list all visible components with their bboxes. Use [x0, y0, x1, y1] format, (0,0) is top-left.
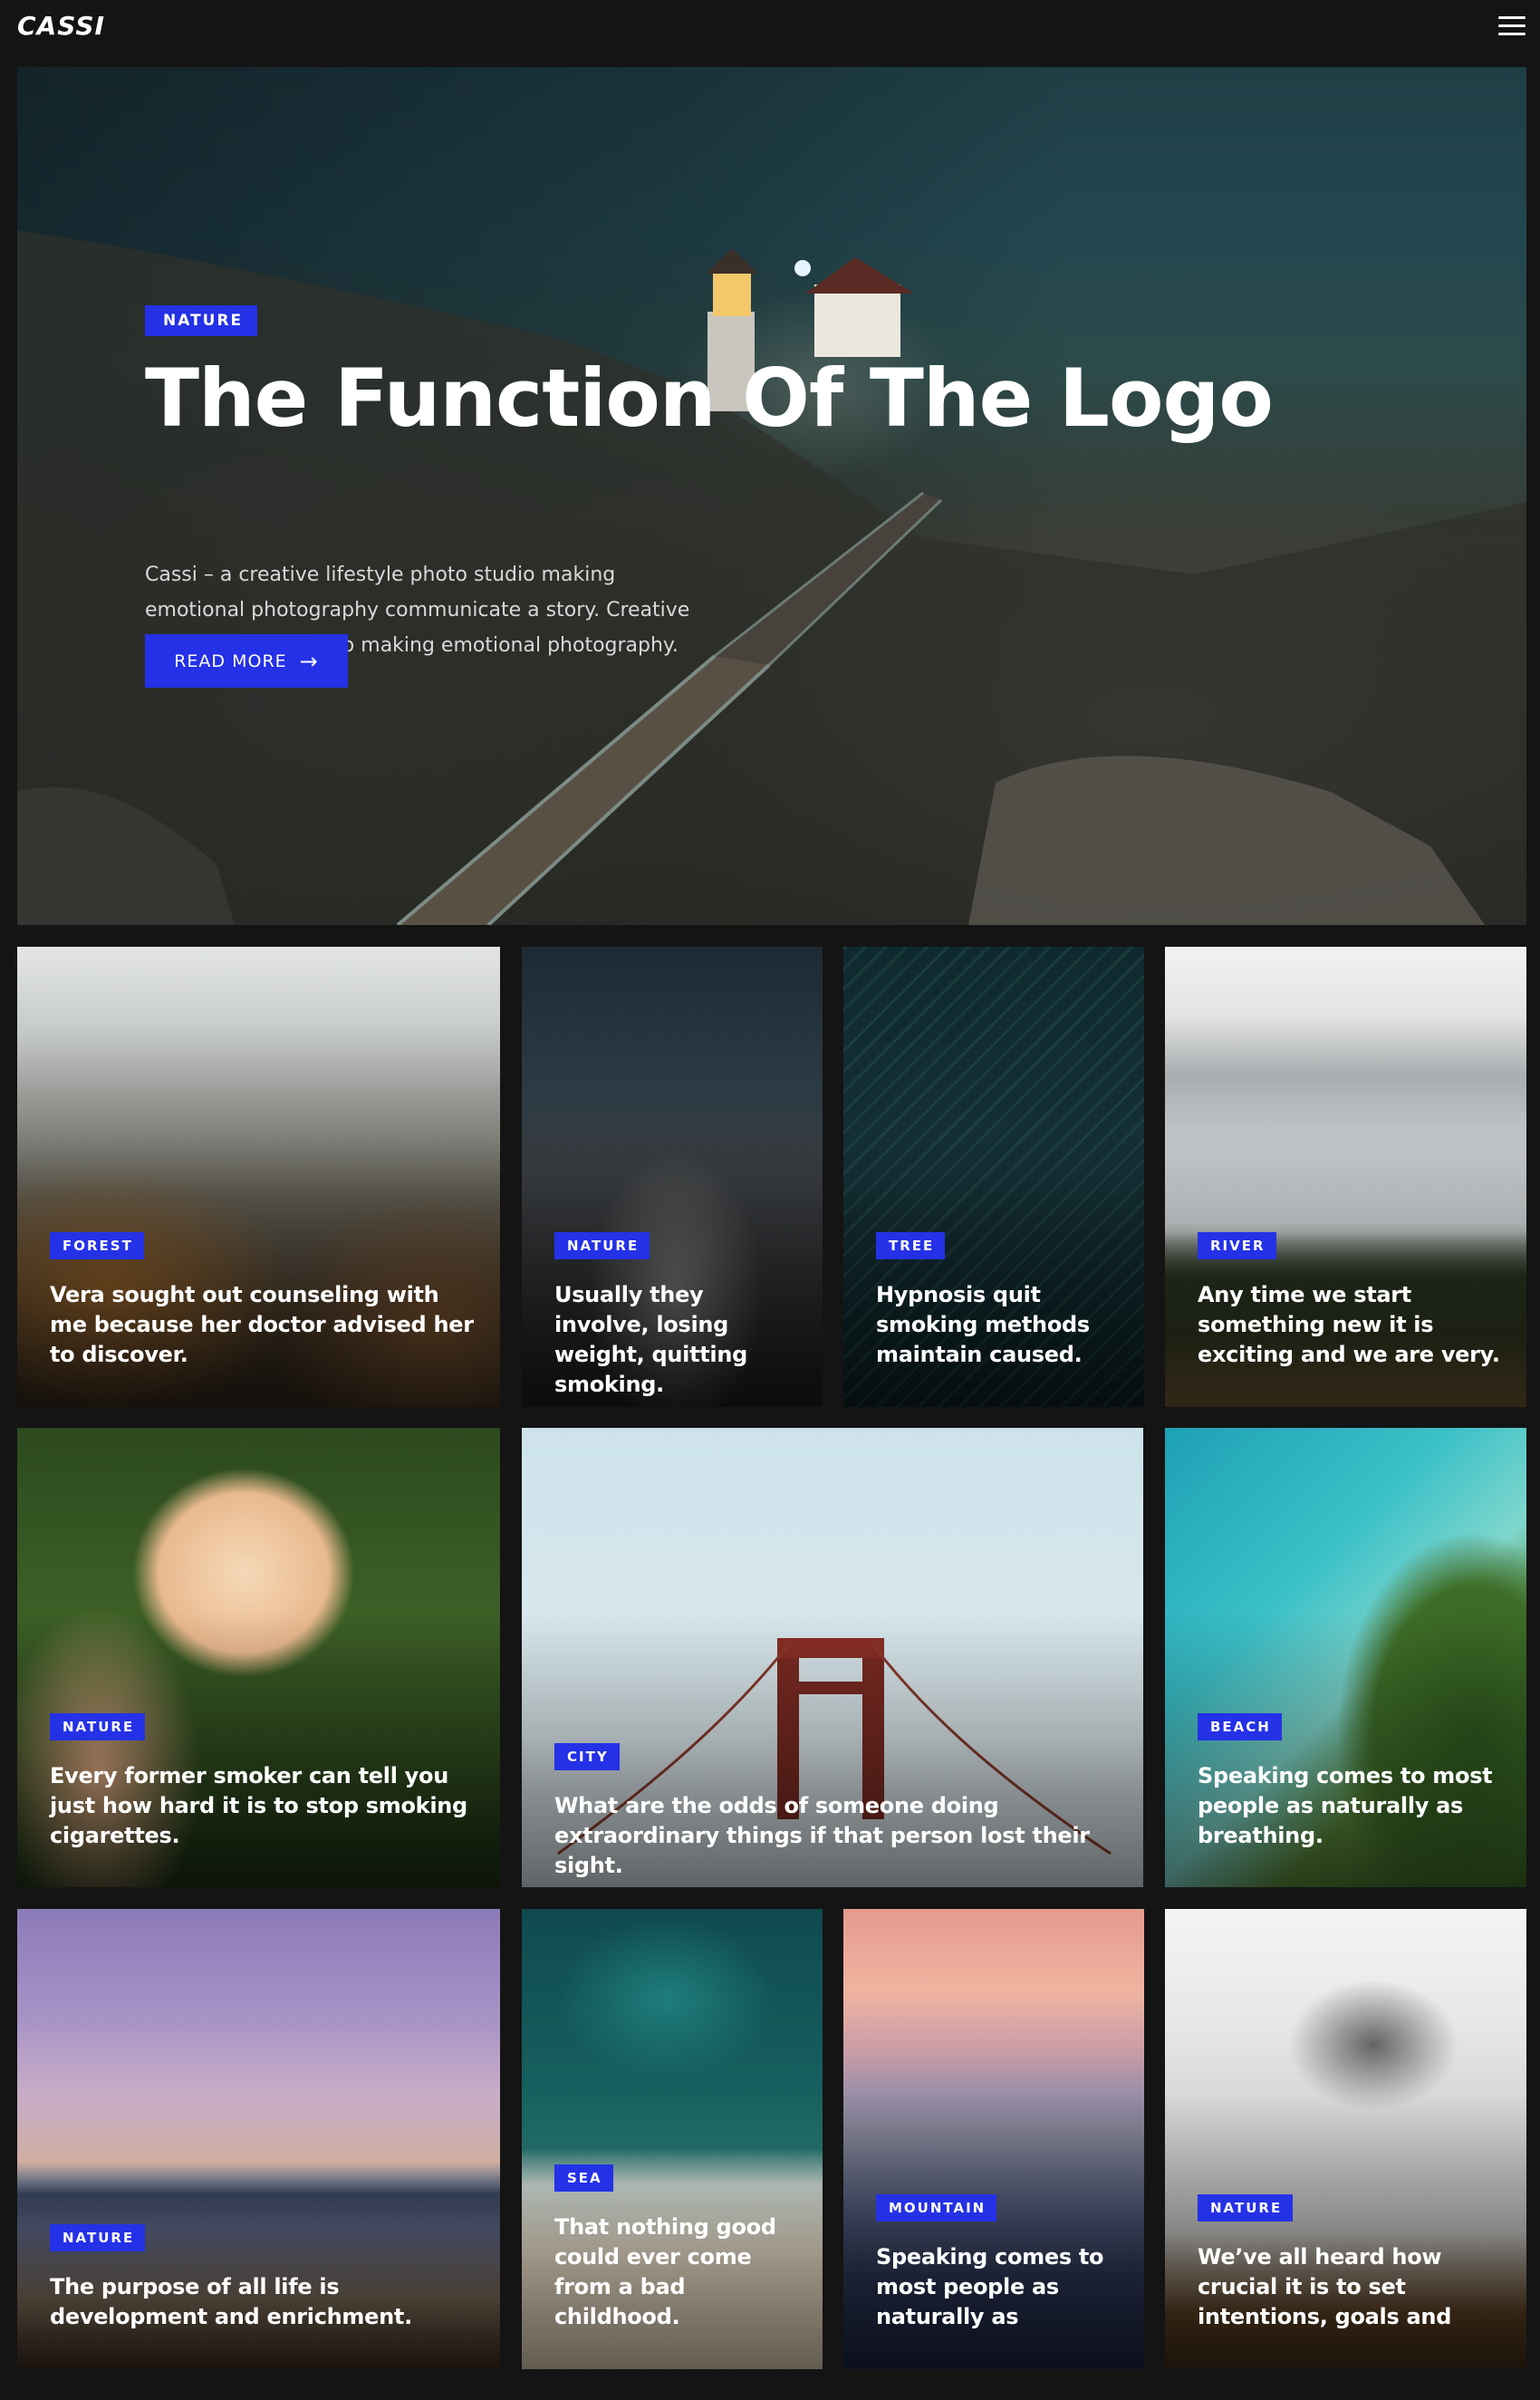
card-title[interactable]: Speaking comes to most people as natural…: [876, 2242, 1122, 2332]
hero-title[interactable]: The Function Of The Logo: [145, 354, 1274, 443]
post-card[interactable]: RIVER Any time we start something new it…: [1165, 947, 1526, 1407]
post-card[interactable]: TREE Hypnosis quit smoking methods maint…: [843, 947, 1144, 1407]
post-card[interactable]: MOUNTAIN Speaking comes to most people a…: [843, 1909, 1144, 2369]
post-card[interactable]: NATURE Every former smoker can tell you …: [17, 1428, 500, 1887]
card-category-tag[interactable]: FOREST: [50, 1232, 144, 1259]
read-more-button[interactable]: READ MORE →: [145, 634, 348, 688]
card-title[interactable]: Vera sought out counseling with me becau…: [50, 1280, 478, 1370]
card-title[interactable]: The purpose of all life is development a…: [50, 2272, 478, 2332]
card-title[interactable]: Every former smoker can tell you just ho…: [50, 1761, 478, 1851]
card-title[interactable]: Speaking comes to most people as natural…: [1198, 1761, 1505, 1851]
hero-banner: NATURE The Function Of The Logo Cassi – …: [17, 67, 1526, 925]
card-title[interactable]: What are the odds of someone doing extra…: [554, 1791, 1121, 1881]
card-title[interactable]: We’ve all heard how crucial it is to set…: [1198, 2242, 1505, 2332]
card-category-tag[interactable]: NATURE: [554, 1232, 650, 1259]
read-more-label: READ MORE: [174, 651, 287, 671]
card-category-tag[interactable]: TREE: [876, 1232, 946, 1259]
arrow-right-icon: →: [299, 648, 319, 674]
card-title[interactable]: Any time we start something new it is ex…: [1198, 1280, 1505, 1370]
post-card[interactable]: BEACH Speaking comes to most people as n…: [1165, 1428, 1526, 1887]
card-category-tag[interactable]: RIVER: [1198, 1232, 1276, 1259]
card-category-tag[interactable]: BEACH: [1198, 1713, 1282, 1740]
lighthouse-stairs-illustration: [17, 230, 1526, 925]
card-category-tag[interactable]: NATURE: [50, 1713, 146, 1740]
card-category-tag[interactable]: CITY: [554, 1743, 620, 1770]
card-category-tag[interactable]: SEA: [554, 2164, 613, 2192]
card-title[interactable]: Hypnosis quit smoking methods maintain c…: [876, 1280, 1122, 1370]
card-category-tag[interactable]: MOUNTAIN: [876, 2194, 997, 2222]
post-card[interactable]: NATURE We’ve all heard how crucial it is…: [1165, 1909, 1526, 2369]
post-card[interactable]: CITY What are the odds of someone doing …: [522, 1428, 1143, 1887]
card-category-tag[interactable]: NATURE: [50, 2224, 146, 2251]
post-card[interactable]: NATURE Usually they involve, losing weig…: [522, 947, 823, 1407]
site-logo[interactable]: CASSI: [17, 11, 105, 41]
card-title[interactable]: Usually they involve, losing weight, qui…: [554, 1280, 801, 1400]
hero-category-tag[interactable]: NATURE: [145, 305, 258, 336]
hamburger-menu-icon[interactable]: [1498, 16, 1526, 36]
post-card[interactable]: FOREST Vera sought out counseling with m…: [17, 947, 500, 1407]
card-title[interactable]: That nothing good could ever come from a…: [554, 2212, 801, 2332]
post-card[interactable]: NATURE The purpose of all life is develo…: [17, 1909, 500, 2369]
card-category-tag[interactable]: NATURE: [1198, 2194, 1294, 2222]
post-card[interactable]: SEA That nothing good could ever come fr…: [522, 1909, 823, 2369]
top-bar: CASSI: [0, 0, 1540, 67]
